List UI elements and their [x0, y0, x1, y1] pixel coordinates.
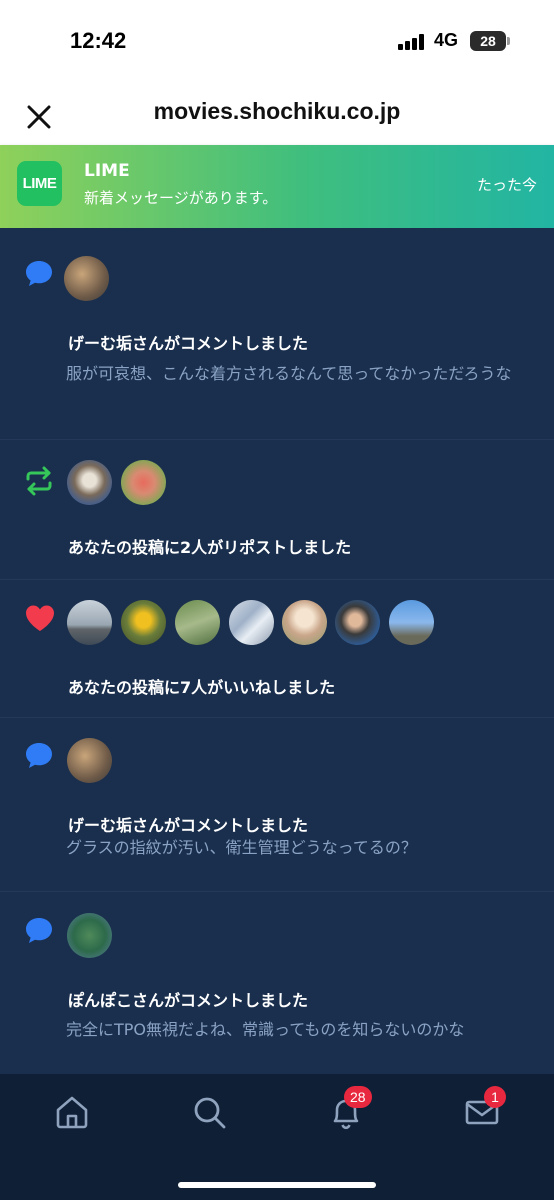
speech-bubble-icon: [24, 740, 54, 770]
avatar[interactable]: [335, 600, 380, 645]
home-indicator: [178, 1182, 376, 1188]
banner-time: たった今: [476, 176, 537, 194]
notification-title: あなたの投稿に7人がいいねしました: [68, 678, 336, 697]
avatar[interactable]: [67, 913, 112, 958]
avatar[interactable]: [67, 738, 112, 783]
browser-header: movies.shochiku.co.jp: [0, 90, 554, 145]
notification-title: げーむ垢さんがコメントしました: [68, 334, 309, 353]
avatar[interactable]: [229, 600, 274, 645]
heart-icon: [24, 603, 54, 633]
avatar[interactable]: [67, 460, 112, 505]
comment-text: 服が可哀想、こんな着方されるなんて思ってなかっただろうな: [66, 364, 512, 383]
page-url[interactable]: movies.shochiku.co.jp: [100, 98, 454, 125]
notifications-badge: 28: [344, 1086, 372, 1108]
repost-icon: [24, 466, 54, 496]
home-icon[interactable]: [52, 1092, 92, 1132]
network-type: 4G: [434, 30, 459, 50]
avatar[interactable]: [389, 600, 434, 645]
notification-title: あなたの投稿に2人がリポストしました: [68, 538, 352, 557]
notification-item-repost[interactable]: あなたの投稿に2人がリポストしました: [0, 440, 554, 580]
avatar[interactable]: [175, 600, 220, 645]
battery-icon: 28: [470, 31, 506, 51]
comment-text: グラスの指紋が汚い、衛生管理どうなってるの？: [66, 838, 417, 857]
speech-bubble-icon: [24, 915, 54, 945]
notification-item-comment[interactable]: げーむ垢さんがコメントしました グラスの指紋が汚い、衛生管理どうなってるの？: [0, 718, 554, 892]
battery-tip: [507, 37, 510, 45]
signal-icon: [398, 34, 426, 50]
notification-feed[interactable]: げーむ垢さんがコメントしました 服が可哀想、こんな着方されるなんて思ってなかった…: [0, 228, 554, 1074]
avatar[interactable]: [67, 600, 112, 645]
notification-title: ぽんぽこさんがコメントしました: [68, 991, 309, 1010]
notification-item-comment[interactable]: げーむ垢さんがコメントしました 服が可哀想、こんな着方されるなんて思ってなかった…: [0, 228, 554, 440]
banner-message: 新着メッセージがあります。: [84, 189, 278, 207]
notification-banner[interactable]: LIME LIME 新着メッセージがあります。 たった今: [0, 145, 554, 228]
close-icon[interactable]: [22, 100, 56, 134]
lime-app-logo: LIME: [17, 161, 62, 206]
avatar[interactable]: [121, 600, 166, 645]
avatar[interactable]: [282, 600, 327, 645]
status-time: 12:42: [70, 28, 127, 53]
messages-badge: 1: [484, 1086, 506, 1108]
avatar[interactable]: [64, 256, 109, 301]
status-bar: 12:42 4G 28: [0, 0, 554, 90]
avatar[interactable]: [121, 460, 166, 505]
notification-item-like[interactable]: あなたの投稿に7人がいいねしました: [0, 580, 554, 718]
comment-text: 完全にTPO無視だよね、常識ってものを知らないのかな: [66, 1020, 465, 1039]
search-icon[interactable]: [189, 1092, 229, 1132]
banner-app-name: LIME: [84, 161, 130, 181]
speech-bubble-icon: [24, 258, 54, 288]
notification-item-comment[interactable]: ぽんぽこさんがコメントしました 完全にTPO無視だよね、常識ってものを知らないの…: [0, 892, 554, 1074]
